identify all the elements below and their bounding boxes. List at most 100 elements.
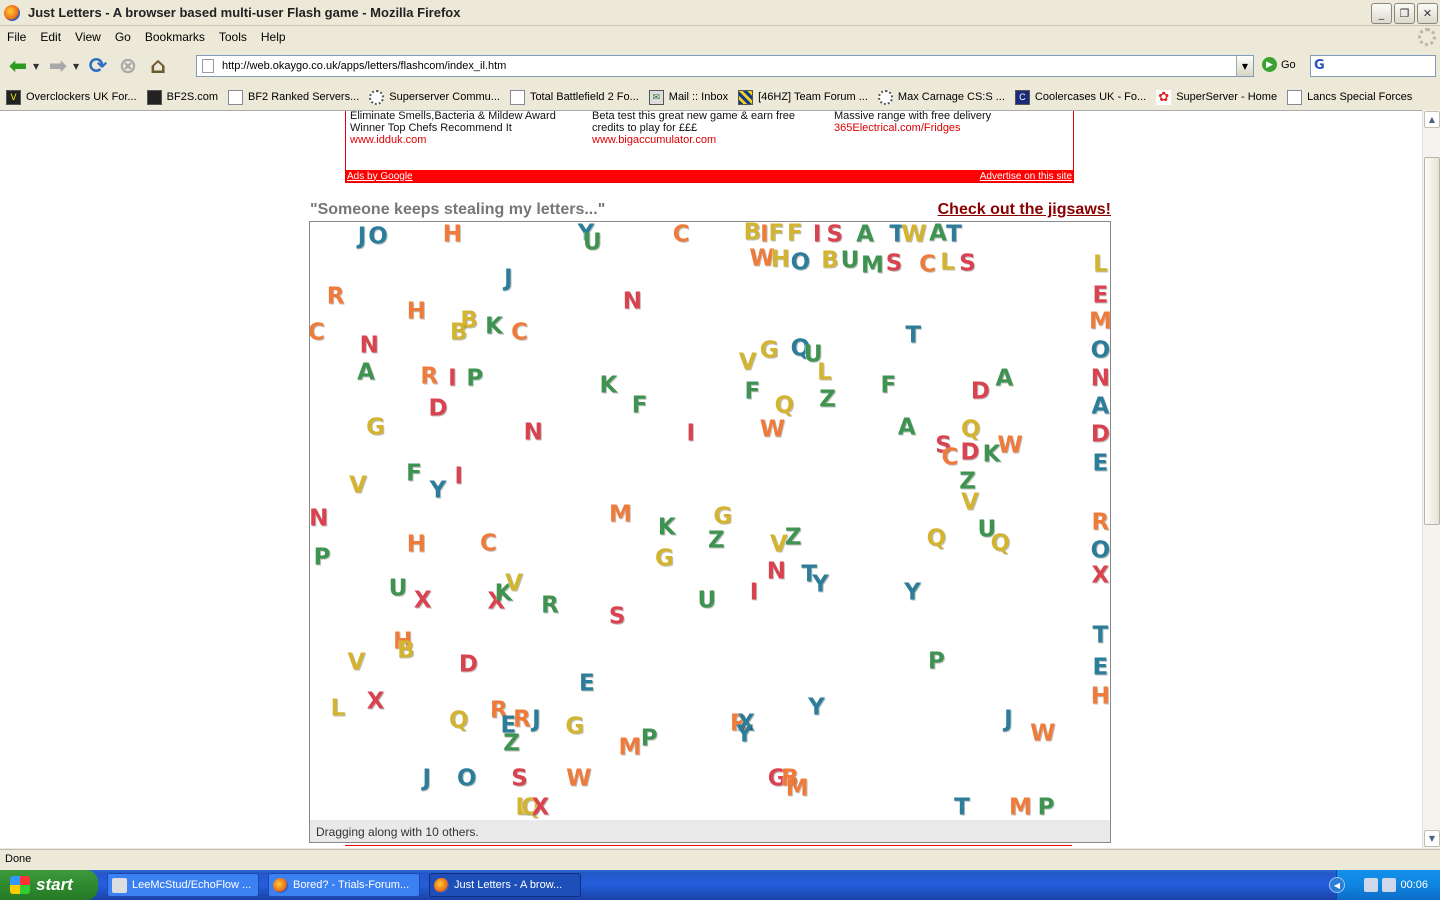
letter-tile[interactable]: W: [566, 767, 591, 790]
tray-expand-icon[interactable]: ◀: [1329, 877, 1345, 893]
letter-tile[interactable]: S: [511, 767, 528, 790]
letter-tile[interactable]: M: [1009, 796, 1032, 820]
letter-tile[interactable]: F: [881, 374, 897, 398]
letter-tile[interactable]: Q: [991, 532, 1011, 555]
letter-tile[interactable]: R: [1092, 511, 1110, 534]
vertical-scrollbar[interactable]: ▲ ▼: [1422, 110, 1440, 848]
letter-tile[interactable]: J: [423, 767, 432, 790]
letter-tile[interactable]: N: [310, 507, 328, 531]
letter-tile[interactable]: E: [1093, 452, 1109, 476]
ad-item[interactable]: Massive range with free delivery 365Elec…: [834, 111, 1072, 134]
bookmark-overclockers[interactable]: V Overclockers UK For...: [6, 89, 137, 105]
flash-game[interactable]: JOHYUCBIFFISATWATWHOBUMSCLSLEMONADEROXTE…: [309, 221, 1111, 843]
taskbar-item-just-letters[interactable]: Just Letters - A brow...: [429, 873, 581, 897]
letter-tile[interactable]: W: [760, 418, 785, 441]
letter-tile[interactable]: L: [940, 251, 955, 274]
letter-tile[interactable]: Q: [449, 709, 469, 733]
google-search-icon[interactable]: G: [1314, 58, 1332, 74]
ad-url[interactable]: www.bigaccumulator.com: [592, 134, 830, 146]
address-bar[interactable]: ▼: [196, 55, 1254, 77]
ads-by-google-link[interactable]: Ads by Google: [347, 171, 413, 182]
letter-tile[interactable]: Q: [775, 394, 795, 418]
letter-tile[interactable]: V: [961, 491, 979, 515]
letter-tile[interactable]: I: [455, 465, 464, 489]
letter-tile[interactable]: P: [1038, 796, 1055, 820]
letter-tile[interactable]: G: [655, 547, 674, 570]
letter-tile[interactable]: M: [609, 503, 632, 527]
search-box[interactable]: G: [1310, 55, 1436, 77]
advertise-link[interactable]: Advertise on this site: [980, 171, 1072, 182]
letter-tile[interactable]: C: [480, 532, 497, 555]
letter-tile[interactable]: B: [397, 639, 415, 663]
letter-tile[interactable]: Q: [927, 527, 947, 550]
back-button[interactable]: ⬅: [3, 51, 33, 81]
letter-tile[interactable]: T: [905, 324, 921, 347]
letter-tile[interactable]: N: [767, 560, 786, 583]
back-history-dropdown[interactable]: ▼: [33, 62, 43, 71]
ad-item[interactable]: Eliminate Smells,Bacteria & Mildew Award…: [350, 111, 588, 146]
letter-tile[interactable]: P: [641, 727, 658, 751]
letter-tile[interactable]: X: [367, 690, 385, 713]
menu-view[interactable]: View: [68, 30, 108, 44]
letter-tile[interactable]: C: [310, 321, 325, 345]
letter-tile[interactable]: D: [1091, 423, 1110, 447]
letter-tile[interactable]: V: [349, 474, 367, 497]
forward-button[interactable]: ➡: [43, 51, 73, 81]
letter-tile[interactable]: Y: [904, 581, 921, 604]
letter-tile[interactable]: R: [420, 365, 438, 389]
letter-tile[interactable]: F: [787, 222, 803, 245]
menu-bookmarks[interactable]: Bookmarks: [138, 30, 212, 44]
letter-tile[interactable]: I: [687, 422, 696, 446]
scroll-down-button[interactable]: ▼: [1424, 830, 1440, 847]
letter-tile[interactable]: K: [599, 374, 617, 398]
letter-tile[interactable]: A: [1091, 395, 1109, 419]
minimize-button[interactable]: _: [1371, 3, 1392, 24]
forward-history-dropdown[interactable]: ▼: [73, 62, 83, 71]
letter-tile[interactable]: N: [1091, 367, 1110, 390]
letter-tile[interactable]: D: [428, 397, 447, 421]
letter-tile[interactable]: L: [1093, 253, 1108, 277]
letter-tile[interactable]: X: [1092, 564, 1110, 588]
letter-tile[interactable]: V: [347, 651, 365, 675]
bookmark-total-bf2[interactable]: Total Battlefield 2 Fo...: [509, 89, 639, 105]
letter-tile[interactable]: O: [457, 767, 477, 790]
letter-tile[interactable]: F: [632, 394, 648, 418]
menu-file[interactable]: File: [0, 30, 33, 44]
letter-tile[interactable]: M: [861, 254, 884, 277]
letter-tile[interactable]: I: [750, 581, 759, 604]
letter-tile[interactable]: Z: [503, 732, 520, 756]
letter-tile[interactable]: T: [1093, 624, 1109, 647]
letter-tile[interactable]: W: [1030, 722, 1055, 746]
letter-tile[interactable]: Y: [808, 696, 825, 719]
letter-tile[interactable]: U: [841, 249, 860, 273]
reload-button[interactable]: ⟳: [83, 51, 113, 81]
ad-url[interactable]: 365Electrical.com/Fridges: [834, 122, 1072, 134]
jigsaws-link[interactable]: Check out the jigsaws!: [938, 201, 1111, 219]
menu-help[interactable]: Help: [254, 30, 293, 44]
letter-tile[interactable]: U: [697, 589, 716, 613]
letter-tile[interactable]: V: [505, 572, 523, 595]
letter-tile[interactable]: X: [414, 589, 432, 612]
start-button[interactable]: start: [0, 870, 98, 900]
letter-tile[interactable]: S: [827, 223, 844, 247]
letter-tile[interactable]: M: [1089, 310, 1110, 334]
menu-tools[interactable]: Tools: [212, 30, 254, 44]
letter-tile[interactable]: U: [389, 577, 408, 600]
ad-item[interactable]: Beta test this great new game & earn fre…: [592, 111, 830, 146]
letter-tile[interactable]: E: [1093, 656, 1109, 679]
letter-tile[interactable]: Z: [819, 388, 836, 412]
menu-go[interactable]: Go: [108, 30, 138, 44]
letter-tile[interactable]: N: [623, 290, 642, 313]
letter-tile[interactable]: O: [1091, 339, 1110, 362]
url-input[interactable]: [222, 60, 1232, 72]
letter-tile[interactable]: B: [744, 222, 762, 244]
letter-tile[interactable]: G: [713, 505, 732, 528]
bookmark-bf2-ranked[interactable]: BF2 Ranked Servers...: [228, 89, 359, 105]
letter-tile[interactable]: S: [886, 252, 903, 275]
letter-tile[interactable]: A: [995, 367, 1013, 391]
letter-tile[interactable]: C: [919, 253, 936, 277]
letter-tile[interactable]: H: [443, 223, 462, 247]
letter-tile[interactable]: M: [619, 736, 642, 760]
letter-tile[interactable]: P: [314, 546, 331, 570]
letter-tile[interactable]: U: [583, 231, 602, 254]
